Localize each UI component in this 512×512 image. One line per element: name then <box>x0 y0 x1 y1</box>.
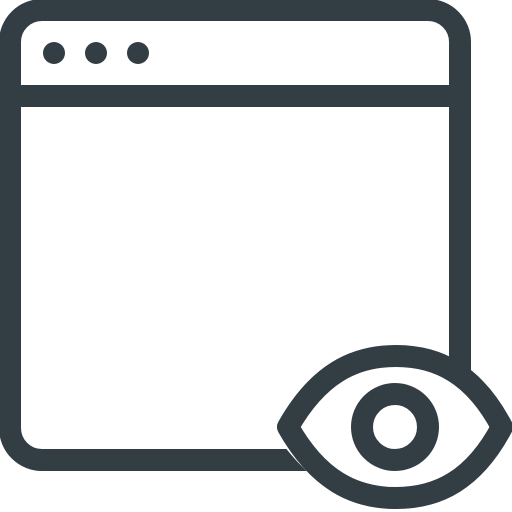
window-dot-3 <box>127 42 149 64</box>
window-dot-1 <box>43 42 65 64</box>
browser-window-view-icon <box>0 0 512 509</box>
eye-knockout <box>270 346 510 508</box>
window-dot-2 <box>85 42 107 64</box>
browser-view-icon-container <box>0 0 512 512</box>
